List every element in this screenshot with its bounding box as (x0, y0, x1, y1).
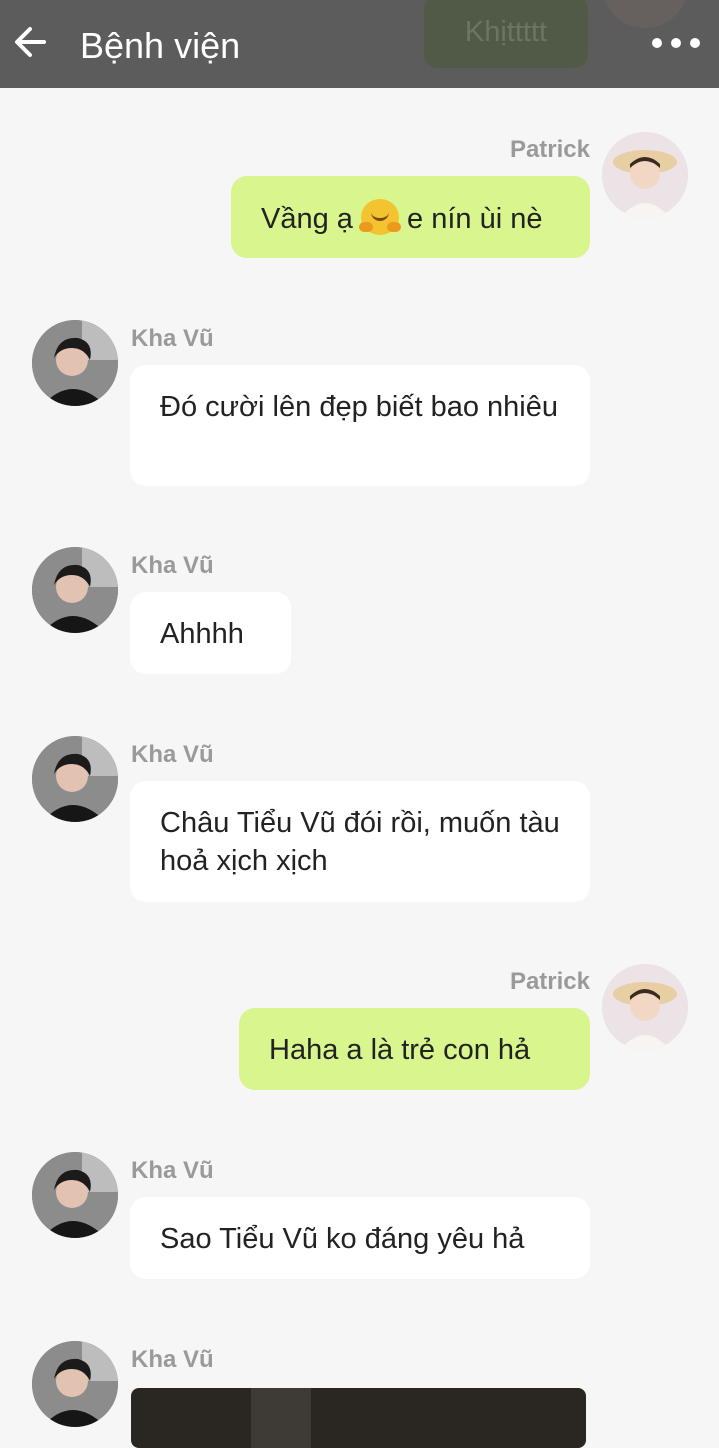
message-bubble[interactable]: Ahhhh (130, 592, 291, 674)
message-text: e nín ùi nè (407, 203, 543, 235)
avatar-patrick[interactable] (602, 964, 688, 1050)
message-text: Ahhhh (160, 618, 244, 650)
back-arrow-icon[interactable] (10, 22, 50, 62)
avatar-patrick[interactable] (602, 132, 688, 218)
more-options-icon[interactable] (648, 30, 704, 56)
sender-name: Kha Vũ (131, 1346, 214, 1373)
avatar-kha-vu[interactable] (32, 736, 118, 822)
message-bubble[interactable]: Châu Tiểu Vũ đói rồi, muốn tàu hoả xịch … (130, 781, 590, 902)
app-header: Khịttttt Bệnh viện (0, 0, 719, 88)
avatar-kha-vu[interactable] (32, 1152, 118, 1238)
page-title: Bệnh viện (80, 25, 241, 66)
message-text: Châu Tiểu Vũ đói rồi, muốn tàu hoả xịch … (160, 807, 560, 877)
message-text: Đó cười lên đẹp biết bao nhiêu (160, 391, 558, 423)
avatar-kha-vu[interactable] (32, 320, 118, 406)
scrolled-avatar (602, 0, 688, 28)
avatar-kha-vu[interactable] (32, 547, 118, 633)
scrolled-message-bubble: Khịttttt (424, 0, 588, 68)
sender-name: Kha Vũ (131, 741, 214, 768)
message-bubble[interactable]: Sao Tiểu Vũ ko đáng yêu hả (130, 1197, 590, 1279)
message-bubble[interactable]: Haha a là trẻ con hả (239, 1008, 590, 1090)
message-text: Sao Tiểu Vũ ko đáng yêu hả (160, 1223, 525, 1255)
avatar-kha-vu[interactable] (32, 1341, 118, 1427)
message-text: Vầng ạ (261, 203, 353, 235)
hugging-face-emoji-icon (358, 199, 401, 235)
message-text: Haha a là trẻ con hả (269, 1034, 531, 1066)
sender-name: Patrick (509, 968, 590, 995)
sender-name: Kha Vũ (131, 1157, 214, 1184)
message-bubble[interactable]: Vầng ạ e nín ùi nè (231, 176, 590, 258)
sender-name: Kha Vũ (131, 325, 214, 352)
sender-name: Patrick (509, 136, 590, 163)
image-message[interactable] (131, 1388, 586, 1448)
sender-name: Kha Vũ (131, 552, 214, 579)
message-bubble[interactable]: Đó cười lên đẹp biết bao nhiêu (130, 365, 590, 486)
